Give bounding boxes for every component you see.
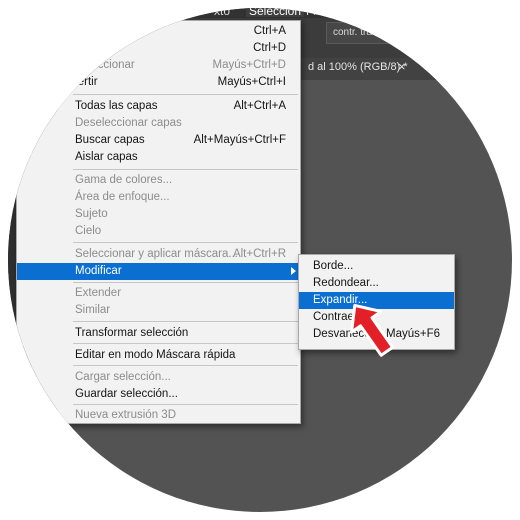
menu-separator <box>73 169 298 170</box>
menu-item-sujeto[interactable]: Sujeto <box>17 206 300 223</box>
menu-seleccion[interactable]: Selección <box>246 8 305 18</box>
menu-item-editar-mascara-rapida[interactable]: Editar en modo Máscara rápida <box>17 347 300 364</box>
menu-item-modificar[interactable]: Modificar <box>17 263 300 280</box>
menu-item-cargar-seleccion[interactable]: Cargar selección... <box>17 369 300 386</box>
submenu-arrow-icon <box>291 267 296 275</box>
menu-item-todo[interactable]: Ctrl+A <box>17 23 300 40</box>
menu-item-invertir[interactable]: vertir Mayús+Ctrl+I <box>17 74 300 91</box>
menu-item-buscar-capas[interactable]: Buscar capas Alt+Mayús+Ctrl+F <box>17 132 300 149</box>
photoshop-window: xto Selección Fi contr. transf. d al 100… <box>8 8 512 512</box>
menu-separator <box>73 404 298 405</box>
submenu-item-borde[interactable]: Borde... <box>299 258 454 275</box>
menu-separator <box>73 282 298 283</box>
menu-item-aislar-capas[interactable]: Aislar capas <box>17 149 300 166</box>
menu-item-todas-las-capas[interactable]: Todas las capas Alt+Ctrl+A <box>17 98 300 115</box>
close-icon[interactable]: × <box>398 59 406 74</box>
menu-separator <box>73 343 298 344</box>
menu-separator <box>73 242 298 243</box>
menu-item-volver-seleccionar[interactable]: a seleccionar Mayús+Ctrl+D <box>17 57 300 74</box>
menu-item-extender[interactable]: Extender <box>17 285 300 302</box>
menu-separator <box>73 94 298 95</box>
menu-item-nueva-extrusion-3d[interactable]: Nueva extrusión 3D <box>17 407 300 424</box>
selection-menu: Ctrl+A onar Ctrl+D a seleccionar Mayús+C… <box>16 20 301 424</box>
document-tab-title: d al 100% (RGB/8) * <box>308 61 408 73</box>
menu-item-cielo[interactable]: Cielo <box>17 223 300 240</box>
menu-separator <box>73 321 298 322</box>
menu-item-gama-de-colores[interactable]: Gama de colores... <box>17 172 300 189</box>
pointer-arrow-icon <box>350 303 395 357</box>
menu-filtro[interactable]: Fi <box>306 8 316 18</box>
menu-item-guardar-seleccion[interactable]: Guardar selección... <box>17 386 300 403</box>
menu-item-seleccionar-aplicar-mascara[interactable]: Seleccionar y aplicar máscara... Alt+Ctr… <box>17 246 300 263</box>
menu-item-deseleccionar-capas[interactable]: Deseleccionar capas <box>17 115 300 132</box>
menu-separator <box>73 365 298 366</box>
menu-item-deseleccionar[interactable]: onar Ctrl+D <box>17 40 300 57</box>
submenu-item-redondear[interactable]: Redondear... <box>299 275 454 292</box>
menu-item-similar[interactable]: Similar <box>17 302 300 319</box>
menu-texto[interactable]: xto <box>214 8 230 18</box>
menu-item-transformar-seleccion[interactable]: Transformar selección <box>17 325 300 342</box>
menu-item-area-de-enfoque[interactable]: Área de enfoque... <box>17 189 300 206</box>
contr-transf-button[interactable]: contr. transf. <box>326 22 396 44</box>
